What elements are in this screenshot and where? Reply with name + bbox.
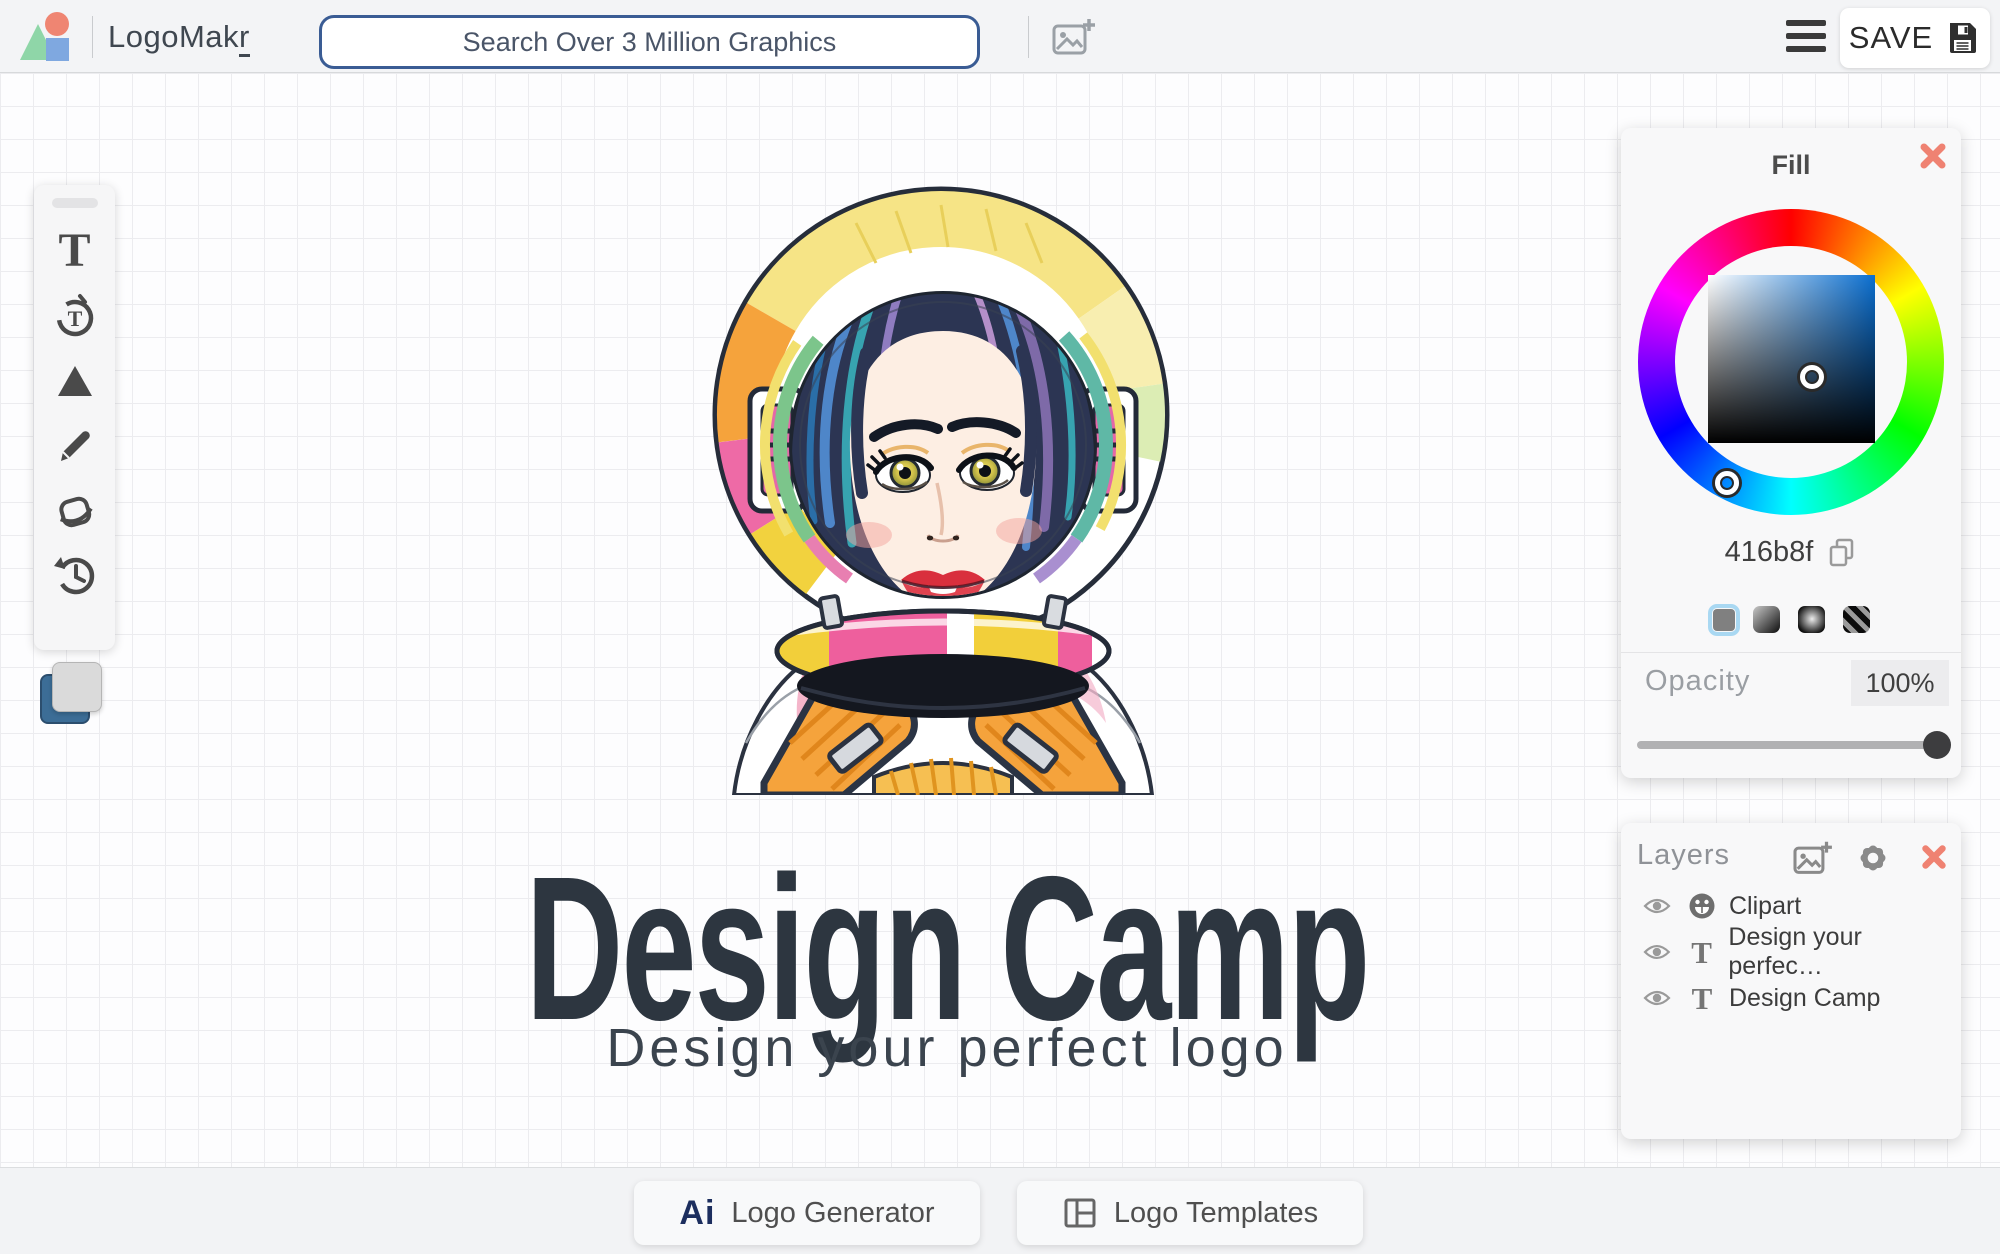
floppy-save-icon xyxy=(1950,23,1977,53)
text-tool-icon: T xyxy=(58,224,91,277)
hue-wheel-handle[interactable] xyxy=(1715,471,1739,495)
fill-panel: Fill 416b8f Opacity 100% xyxy=(1621,128,1961,778)
layers-settings-gear-icon[interactable] xyxy=(1855,840,1891,876)
tools-panel: T T xyxy=(34,185,115,650)
saturation-handle[interactable] xyxy=(1800,365,1824,389)
opacity-row: Opacity 100% xyxy=(1621,652,1961,710)
paint-bucket-icon xyxy=(58,496,93,528)
layer-label: Design your perfec… xyxy=(1728,923,1862,980)
ai-icon: Ai xyxy=(679,1193,716,1232)
brand-name: LogoMakr xyxy=(108,19,250,57)
brand-name-prefix: LogoMak xyxy=(108,19,240,54)
curved-text-icon: T xyxy=(56,294,93,337)
search-input[interactable] xyxy=(319,15,980,69)
clipart-smiley-icon xyxy=(1689,893,1715,919)
add-image-icon[interactable] xyxy=(1052,17,1096,57)
logomakr-app: Design Camp Design your perfect logo Log… xyxy=(0,0,2000,1254)
opacity-label: Opacity xyxy=(1645,665,1751,697)
logo-generator-label: Logo Generator xyxy=(731,1196,935,1229)
save-button[interactable]: SAVE xyxy=(1840,8,1990,68)
layers-add-image-icon[interactable] xyxy=(1793,840,1833,876)
visibility-eye-icon[interactable] xyxy=(1643,988,1671,1008)
text-layer-icon: T xyxy=(1691,934,1712,970)
opacity-slider-knob[interactable] xyxy=(1923,731,1951,759)
saturation-square[interactable] xyxy=(1708,275,1875,443)
layer-row-text-subtitle[interactable]: T Design your perfec… xyxy=(1621,923,1961,980)
topbar-divider-2 xyxy=(1028,16,1029,58)
fill-tool-button[interactable] xyxy=(50,486,100,536)
hex-color-value: 416b8f xyxy=(1724,536,1814,568)
top-bar: LogoMakr SAVE xyxy=(0,0,2000,73)
curved-text-tool-button[interactable]: T xyxy=(50,291,100,341)
copy-hex-icon[interactable] xyxy=(1827,537,1857,569)
logo-templates-label: Logo Templates xyxy=(1113,1196,1319,1229)
svg-text:T: T xyxy=(67,306,82,331)
shapes-tool-button[interactable] xyxy=(50,356,100,406)
opacity-value[interactable]: 100% xyxy=(1851,660,1949,706)
toolbar-drag-handle[interactable] xyxy=(51,198,98,208)
brand-name-suffix: r xyxy=(239,19,250,57)
history-tool-button[interactable] xyxy=(50,551,100,601)
layers-panel-close-icon[interactable] xyxy=(1919,842,1949,872)
layer-row-text-title[interactable]: T Design Camp xyxy=(1621,975,1961,1021)
layer-label: Clipart xyxy=(1729,891,1802,920)
fill-style-row xyxy=(1621,603,1961,636)
text-layer-icon: T xyxy=(1691,980,1713,1016)
fill-style-linear-gradient[interactable] xyxy=(1752,606,1780,633)
templates-grid-icon xyxy=(1064,1198,1096,1228)
logo-templates-button[interactable]: Logo Templates xyxy=(1017,1181,1363,1245)
layer-label: Design Camp xyxy=(1729,983,1881,1012)
visibility-eye-icon[interactable] xyxy=(1643,942,1671,962)
pencil-icon xyxy=(60,431,90,461)
bottom-bar: Ai Logo Generator Logo Templates xyxy=(0,1167,2000,1254)
layers-panel-title: Layers xyxy=(1637,839,1731,871)
topbar-divider xyxy=(92,16,93,58)
logo-generator-button[interactable]: Ai Logo Generator xyxy=(634,1181,980,1245)
stroke-color-chip[interactable] xyxy=(52,662,102,712)
triangle-shape-icon xyxy=(57,366,92,396)
logomakr-logo-icon xyxy=(20,12,69,61)
canvas-text-subtitle[interactable]: Design your perfect logo xyxy=(606,1017,1287,1079)
save-button-label: SAVE xyxy=(1848,20,1934,55)
fill-style-radial-gradient[interactable] xyxy=(1797,606,1825,633)
opacity-slider[interactable] xyxy=(1637,731,1951,759)
history-icon xyxy=(53,557,94,595)
menu-icon[interactable] xyxy=(1786,20,1826,59)
visibility-eye-icon[interactable] xyxy=(1643,896,1671,916)
text-tool-button[interactable]: T xyxy=(50,226,100,276)
fill-style-solid[interactable] xyxy=(1707,603,1740,636)
draw-tool-button[interactable] xyxy=(50,421,100,471)
fill-style-pattern[interactable] xyxy=(1842,606,1870,633)
astronaut-clipart[interactable] xyxy=(706,183,1180,795)
fill-panel-title: Fill xyxy=(1771,150,1811,180)
layers-panel: Layers Clipart T Design your perfec… T D… xyxy=(1621,823,1961,1139)
